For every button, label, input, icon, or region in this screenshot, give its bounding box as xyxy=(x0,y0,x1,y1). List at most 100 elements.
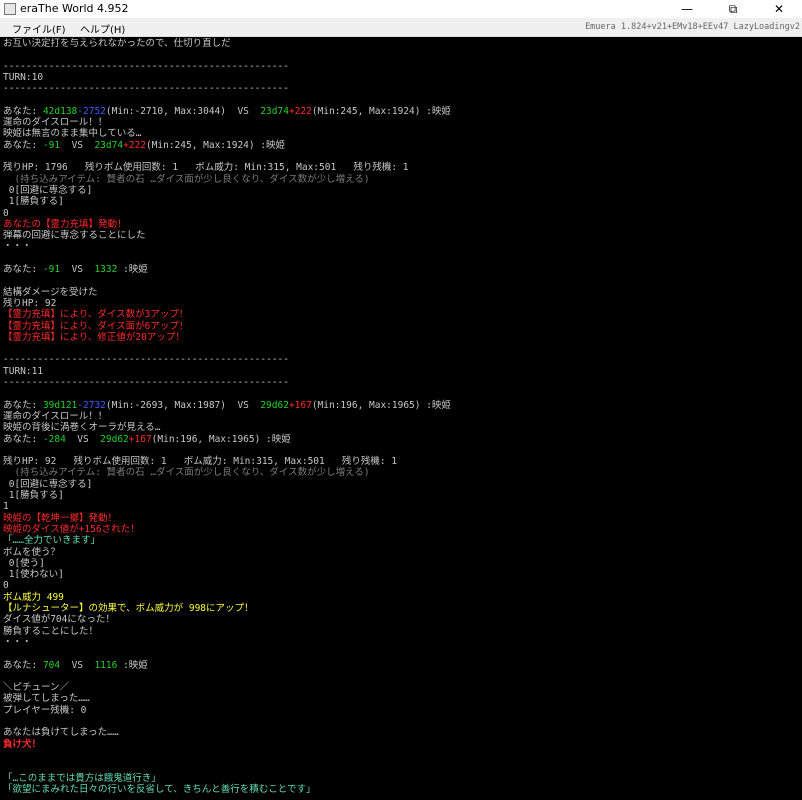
console-text: -2752 xyxy=(77,105,106,117)
console-line: (持ち込みアイテム: 賢者の石 …ダイス面が少し良くなり、ダイス数が少し増える) xyxy=(3,173,370,185)
console-line: ・・・ xyxy=(3,241,32,252)
console-line: 0[回避に専念する] xyxy=(3,478,93,490)
console-line: ダイス値が704になった！ xyxy=(3,614,115,625)
console-text: 0[回避に専念する] xyxy=(3,478,93,490)
console-text: VS xyxy=(60,264,95,275)
console-text: -91 xyxy=(42,264,61,275)
console-line: 「……全力でいきます」 xyxy=(3,535,100,546)
console-line: 被弾してしまった…… xyxy=(3,693,90,704)
console-line: 0 xyxy=(3,208,9,219)
console-text: (Min:196, Max:1965) :映姫 xyxy=(311,399,451,411)
console-text: 【ルナシューター】 xyxy=(3,603,89,614)
console-text: (Min:-2693, Max:1987) VS xyxy=(105,399,261,411)
console-text: ----------------------------------------… xyxy=(3,354,289,366)
console-line: (持ち込みアイテム: 賢者の石 …ダイス面が少し良くなり、ダイス数が少し増える) xyxy=(3,467,369,478)
console-text: VS xyxy=(65,433,101,445)
console-line: 1[使わない] xyxy=(3,569,64,580)
version-label: Emuera 1.824+v21+EMv18+EEv47 LazyLoading… xyxy=(585,22,800,32)
console-text: TURN:11 xyxy=(3,365,44,377)
console-line: 残りHP: 92 残りボム使用回数: 1 ボム威力: Min:315, Max:… xyxy=(3,456,397,467)
console-text: 【霊力充填】により、修正値が20アップ！ xyxy=(3,331,185,343)
window-title: eraThe World 4.952 xyxy=(20,2,129,15)
console-line: あなた: -91 VS 1332 :映姫 xyxy=(3,264,148,275)
app-icon xyxy=(4,3,16,15)
console-text: 勝負することにした！ xyxy=(3,625,99,637)
console-text: の効果で、ボム威力が 998にアップ！ xyxy=(88,603,254,614)
console-text: :映姫 xyxy=(117,659,148,671)
console-text: お互い決定打を与えられなかったので、仕切り直しだ xyxy=(3,38,231,49)
console-line: TURN:11 xyxy=(3,366,43,377)
console-line: 【ルナシューター】の効果で、ボム威力が 998にアップ！ xyxy=(3,603,254,614)
console-output[interactable]: お互い決定打を与えられなかったので、仕切り直しだ ----------------… xyxy=(0,37,802,800)
menu-help[interactable]: ヘルプ(H) xyxy=(80,21,125,36)
console-text: 残りHP: 92 xyxy=(3,297,57,309)
console-text: 23d74 xyxy=(94,139,124,151)
console-line: 映姫の背後に渦巻くオーラが見える… xyxy=(3,422,160,433)
console-line: 0[使う] xyxy=(3,558,45,569)
console-line: ・・・ xyxy=(3,637,32,648)
console-text: 【霊力充填】により、ダイス数が3アップ！ xyxy=(3,309,189,321)
console-text: 結構ダメージを受けた xyxy=(3,286,98,298)
console-line: お互い決定打を与えられなかったので、仕切り直しだ xyxy=(3,38,231,49)
console-line: 「欲望にまみれた日々の行いを反省して、きちんと善行を積むことです」 xyxy=(3,784,315,795)
console-text: 0[使う] xyxy=(3,557,45,569)
console-text: 29d62 xyxy=(260,399,289,411)
console-text: 被弾してしまった…… xyxy=(3,693,90,705)
console-line: TURN:10 xyxy=(3,72,43,83)
console-text: あなた: xyxy=(3,433,43,445)
console-text: VS xyxy=(60,139,95,151)
console-line: 運命のダイスロール！！ xyxy=(3,411,107,422)
console-text: あなた: xyxy=(3,659,43,671)
console-text: (Min:-2710, Max:3044) VS xyxy=(105,105,261,117)
console-text: 映姫の背後に渦巻くオーラが見える… xyxy=(3,422,161,434)
console-text: あなた: xyxy=(3,399,43,411)
console-text: ボムを使う？ xyxy=(3,546,61,558)
console-text: 残りHP: 92 残りボム使用回数: 1 ボム威力: Min:315, Max:… xyxy=(3,456,398,468)
console-line: 【霊力充填】により、ダイス面が6アップ！ xyxy=(3,321,188,332)
console-line: あなた: -91 VS 23d74+222(Min:245, Max:1924)… xyxy=(3,140,285,151)
console-line: ボムを使う？ xyxy=(3,547,60,558)
close-button[interactable]: ✕ xyxy=(756,0,802,18)
console-line: 映姫の【乾坤一擲】発動！ xyxy=(3,513,117,524)
console-line: 【霊力充填】により、ダイス数が3アップ！ xyxy=(3,309,188,320)
console-line: 0[回避に専念する] xyxy=(3,184,93,196)
console-line: あなた: 704 VS 1116 :映姫 xyxy=(3,660,148,671)
console-text: 映姫は無言のまま集中している… xyxy=(3,128,142,140)
console-line: ----------------------------------------… xyxy=(3,354,289,365)
console-text: 弾幕の回避に専念することにした xyxy=(3,230,146,242)
console-line: ボム威力 499 xyxy=(3,592,64,603)
console-line: 残りHP: 92 xyxy=(3,298,56,309)
console-text: -91 xyxy=(42,139,61,151)
console-text: (持ち込みアイテム: 賢者の石 …ダイス面が少し良くなり、ダイス数が少し増える) xyxy=(3,173,370,185)
console-text: ・・・ xyxy=(3,241,32,253)
console-text: -2732 xyxy=(77,399,106,411)
console-text: -284 xyxy=(42,433,66,445)
console-line: あなた: -284 VS 29d62+167(Min:196, Max:1965… xyxy=(3,434,291,445)
console-line: 運命のダイスロール！！ xyxy=(3,117,107,128)
console-line: 勝負することにした！ xyxy=(3,626,98,637)
minimize-button[interactable]: — xyxy=(664,0,710,18)
console-text: +167 xyxy=(128,433,152,445)
console-line: 結構ダメージを受けた xyxy=(3,287,98,298)
console-line: ----------------------------------------… xyxy=(3,61,289,72)
console-line: 1[勝負する] xyxy=(3,196,64,207)
console-text: 映姫のダイス値が+156された！ xyxy=(3,523,140,535)
console-text: 0[回避に専念する] xyxy=(3,184,93,196)
console-text: VS xyxy=(60,659,95,671)
title-bar: eraThe World 4.952 — ⧉ ✕ xyxy=(0,0,802,18)
menu-file[interactable]: ファイル(F) xyxy=(12,21,66,36)
console-text: 【霊力充填】により、ダイス面が6アップ！ xyxy=(3,320,189,332)
console-line: 1[勝負する] xyxy=(3,490,64,501)
console-text: 「欲望にまみれた日々の行いを反省して、きちんと善行を積むことです」 xyxy=(3,783,316,795)
console-text: +222 xyxy=(288,105,312,117)
console-line: 映姫は無言のまま集中している… xyxy=(3,128,141,139)
console-text: (Min:196, Max:1965) :映姫 xyxy=(151,433,291,445)
console-text: あなた: xyxy=(3,264,43,275)
console-text: 29d62 xyxy=(100,433,129,445)
console-line: 「…このままでは貴方は餓鬼道行き」 xyxy=(3,773,161,784)
console-text: 「……全力でいきます」 xyxy=(3,535,100,547)
console-text: 1[勝負する] xyxy=(3,196,64,208)
maximize-button[interactable]: ⧉ xyxy=(710,0,756,18)
console-text: 704 xyxy=(42,659,61,671)
console-text: ・・・ xyxy=(3,636,32,648)
